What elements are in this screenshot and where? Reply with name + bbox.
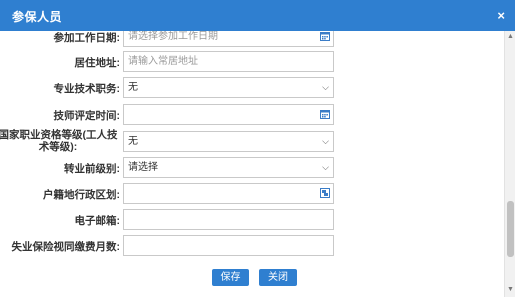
work-start-date-input[interactable]: 请选择参加工作日期 <box>123 31 334 47</box>
technician-eval-time-input[interactable] <box>123 104 334 125</box>
close-button[interactable]: 关闭 <box>259 269 297 286</box>
pre-transfer-level-select[interactable]: 请选择 ⌵ <box>123 157 334 178</box>
chevron-down-icon: ⌵ <box>322 162 329 172</box>
household-region-input[interactable] <box>123 183 334 204</box>
label-qualification-level: 国家职业资格等级(工人技术等级): <box>0 129 118 153</box>
pre-transfer-level-value: 请选择 <box>128 162 158 173</box>
save-button[interactable]: 保存 <box>212 269 249 286</box>
tech-position-value: 无 <box>128 82 138 93</box>
dialog-title: 参保人员 <box>12 10 63 24</box>
email-field[interactable] <box>123 209 334 230</box>
unemployment-months-input[interactable] <box>123 235 334 256</box>
calendar-icon[interactable] <box>320 31 330 41</box>
label-email: 电子邮箱: <box>74 215 121 227</box>
calendar-icon[interactable] <box>320 109 330 119</box>
label-unemployment-months: 失业保险视同缴费月数: <box>11 241 121 253</box>
chevron-down-icon: ⌵ <box>322 136 329 146</box>
label-tech-position: 专业技术职务: <box>53 83 121 95</box>
region-picker-icon[interactable] <box>320 188 330 198</box>
chevron-down-icon: ⌵ <box>322 82 329 92</box>
scroll-down-icon[interactable]: ▼ <box>507 286 514 293</box>
form-content: 参加工作日期: 请选择参加工作日期 居住地址: 请输入常居地址 专业技术职务: … <box>0 31 504 297</box>
label-address: 居住地址: <box>74 57 121 69</box>
label-work-start-date: 参加工作日期: <box>53 32 121 44</box>
label-technician-eval-time: 技师评定时间: <box>53 110 121 122</box>
close-icon[interactable]: × <box>497 8 505 23</box>
qualification-level-select[interactable]: 无 ⌵ <box>123 131 334 152</box>
work-start-date-placeholder: 请选择参加工作日期 <box>128 31 218 42</box>
scrollbar[interactable]: ▲ ▼ <box>504 31 515 297</box>
qualification-level-value: 无 <box>128 136 138 147</box>
label-household-region: 户籍地行政区划: <box>43 189 120 201</box>
dialog-titlebar: 参保人员 × <box>0 0 515 31</box>
tech-position-select[interactable]: 无 ⌵ <box>123 77 334 98</box>
address-placeholder: 请输入常居地址 <box>128 56 198 67</box>
address-input[interactable]: 请输入常居地址 <box>123 51 334 72</box>
scrollbar-thumb[interactable] <box>507 201 514 257</box>
label-pre-transfer-level: 转业前级别: <box>64 163 120 175</box>
scroll-up-icon[interactable]: ▲ <box>507 33 514 40</box>
